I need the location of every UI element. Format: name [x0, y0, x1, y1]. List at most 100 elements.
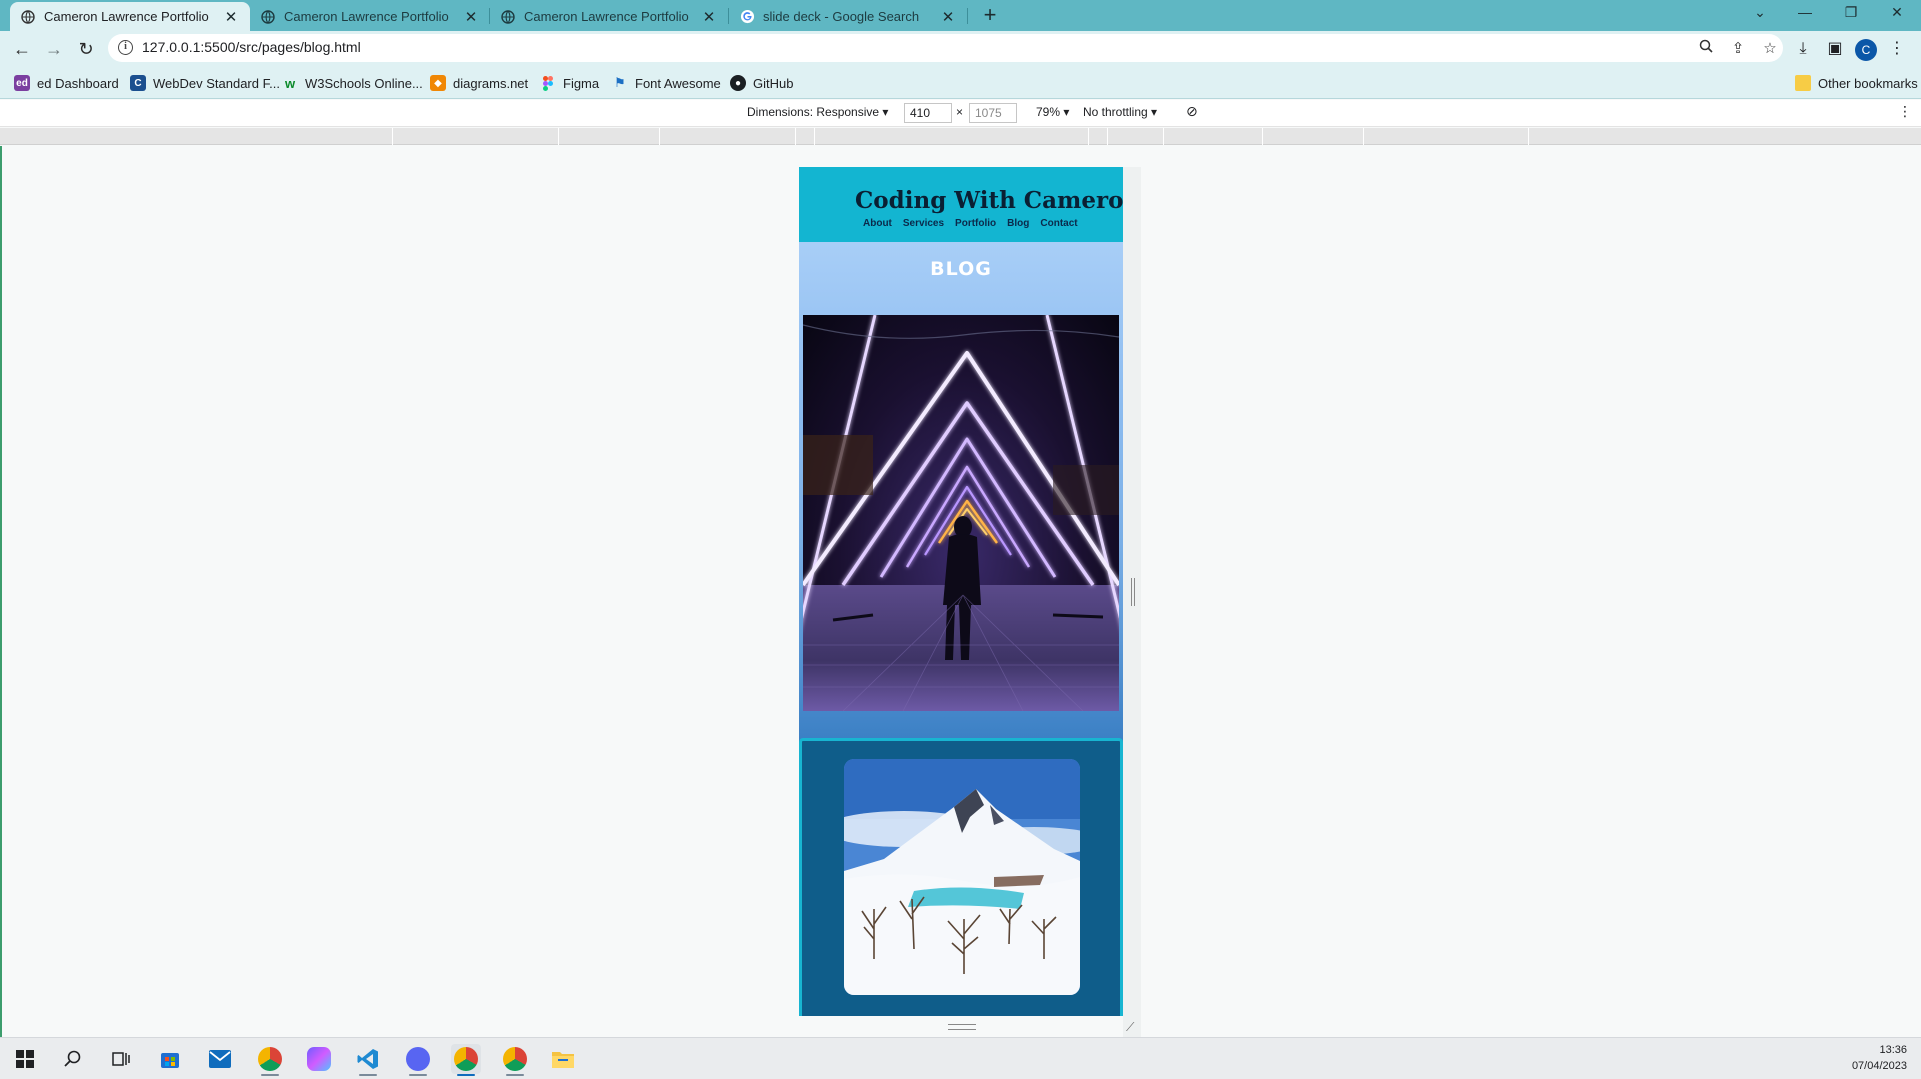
nav-link-portfolio[interactable]: Portfolio — [955, 218, 996, 229]
tab-search-icon[interactable]: ⌄ — [1737, 0, 1783, 26]
ruler-tick — [814, 128, 815, 145]
tab-title: Cameron Lawrence Portfolio — [284, 9, 449, 24]
file-explorer-icon[interactable] — [548, 1044, 578, 1074]
reload-button[interactable]: ↻ — [74, 37, 98, 61]
bookmark-ed-dashboard[interactable]: ed ed Dashboard — [14, 73, 119, 93]
bookmark-w3schools[interactable]: w W3Schools Online... — [282, 73, 423, 93]
bookmark-font-awesome[interactable]: ⚑ Font Awesome — [612, 73, 721, 93]
font-awesome-icon: ⚑ — [614, 75, 626, 90]
tab-1[interactable]: Cameron Lawrence Portfolio ✕ — [10, 2, 250, 31]
microsoft-store-icon[interactable] — [155, 1044, 185, 1074]
globe-icon — [500, 9, 516, 25]
bookmark-star-icon[interactable]: ☆ — [1760, 39, 1780, 59]
nav-link-blog[interactable]: Blog — [1007, 218, 1029, 229]
task-view-icon[interactable] — [106, 1044, 136, 1074]
viewport-width-input[interactable] — [904, 103, 952, 123]
ruler-tick — [1107, 128, 1108, 145]
back-button[interactable]: ← — [10, 37, 34, 61]
tab-3[interactable]: Cameron Lawrence Portfolio ✕ — [490, 2, 728, 31]
new-tab-button[interactable]: + — [977, 3, 1003, 29]
close-window-button[interactable]: ✕ — [1874, 0, 1920, 26]
webdev-icon: C — [130, 75, 146, 91]
site-info-icon[interactable]: i — [118, 40, 133, 55]
resize-handle-bottom[interactable] — [948, 1024, 976, 1030]
nav-link-services[interactable]: Services — [903, 218, 944, 229]
downloads-icon[interactable]: ⤓ — [1791, 37, 1815, 61]
viewport-height-input[interactable] — [969, 103, 1017, 123]
chrome-icon[interactable] — [451, 1044, 481, 1076]
bookmark-label: diagrams.net — [453, 75, 529, 91]
restore-button[interactable]: ❐ — [1828, 0, 1874, 26]
neon-triangles-graphic — [803, 315, 1119, 711]
address-bar[interactable]: i 127.0.0.1:5500/src/pages/blog.html ⇪ ☆ — [108, 34, 1783, 62]
tab-title: Cameron Lawrence Portfolio — [44, 9, 209, 24]
google-icon — [739, 9, 755, 25]
url-text[interactable]: 127.0.0.1:5500/src/pages/blog.html — [142, 39, 361, 55]
bookmark-label: Font Awesome — [635, 75, 721, 91]
close-tab-icon[interactable]: ✕ — [462, 8, 480, 26]
discord-icon[interactable] — [403, 1044, 433, 1076]
close-tab-icon[interactable]: ✕ — [700, 8, 718, 26]
other-bookmarks[interactable]: Other bookmarks — [1795, 73, 1918, 93]
close-tab-icon[interactable]: ✕ — [222, 8, 240, 26]
zoom-icon[interactable] — [1696, 39, 1716, 59]
copilot-icon[interactable] — [304, 1044, 334, 1074]
nav-link-about[interactable]: About — [863, 218, 892, 229]
tab-title: slide deck - Google Search — [763, 9, 920, 24]
search-icon[interactable] — [58, 1044, 88, 1074]
vscode-icon[interactable] — [353, 1044, 383, 1076]
ruler-tick — [1528, 128, 1529, 145]
zoom-dropdown[interactable]: 79% ▾ — [1036, 105, 1069, 119]
ruler-tick — [659, 128, 660, 145]
more-options-icon[interactable]: ⋮ — [1898, 103, 1912, 120]
windows-start-icon[interactable] — [10, 1044, 40, 1074]
bookmark-figma[interactable]: Figma — [540, 73, 599, 93]
nav-link-contact[interactable]: Contact — [1040, 218, 1077, 229]
w3schools-icon: w — [284, 75, 296, 91]
times-symbol: × — [956, 105, 964, 119]
figma-icon — [540, 75, 556, 91]
ruler-tick — [1163, 128, 1164, 145]
profile-avatar[interactable]: C — [1855, 39, 1877, 61]
globe-icon — [260, 9, 276, 25]
bookmark-label: Figma — [563, 75, 600, 91]
blog-hero: BLOG — [799, 242, 1123, 744]
ruler-tick — [392, 128, 393, 145]
site-title[interactable]: Coding With Cameron — [855, 187, 1123, 214]
blog-post-card[interactable] — [799, 738, 1123, 1016]
clock-time: 13:36 — [1879, 1044, 1907, 1056]
resize-handle-corner[interactable]: ⟋ — [1126, 1020, 1134, 1035]
media-query-ruler[interactable] — [0, 128, 1921, 145]
close-tab-icon[interactable]: ✕ — [939, 8, 957, 26]
resize-handle-right[interactable] — [1131, 578, 1135, 606]
bookmark-label: W3Schools Online... — [305, 75, 423, 91]
chrome-profile-icon[interactable] — [255, 1044, 285, 1076]
bookmark-label: ed Dashboard — [37, 75, 119, 91]
bookmark-webdev[interactable]: C WebDev Standard F... — [130, 73, 280, 93]
bookmark-label: GitHub — [753, 75, 794, 91]
share-icon[interactable]: ⇪ — [1728, 39, 1748, 59]
other-bookmarks-label: Other bookmarks — [1818, 75, 1918, 91]
github-icon: ● — [730, 75, 746, 91]
system-clock[interactable]: 13:36 07/04/2023 — [1852, 1042, 1907, 1074]
bookmark-diagrams[interactable]: ◆ diagrams.net — [430, 73, 528, 93]
ruler-tick — [1088, 128, 1089, 145]
snowy-mountain-image — [844, 759, 1080, 995]
menu-icon[interactable]: ⋮ — [1885, 37, 1909, 61]
minimize-button[interactable]: — — [1782, 0, 1828, 26]
windows-taskbar: 13:36 07/04/2023 — [0, 1037, 1921, 1079]
chrome-icon-2[interactable] — [500, 1044, 530, 1076]
tab-2[interactable]: Cameron Lawrence Portfolio ✕ — [250, 2, 490, 31]
tab-4[interactable]: slide deck - Google Search ✕ — [729, 2, 967, 31]
running-indicator — [506, 1074, 524, 1076]
emulated-device-frame: Coding With Cameron About Services Portf… — [799, 167, 1123, 1016]
dimensions-dropdown[interactable]: Dimensions: Responsive ▾ — [747, 105, 888, 119]
tab-separator — [967, 8, 968, 24]
bookmark-github[interactable]: ● GitHub — [730, 73, 793, 93]
neon-triangle-tunnel-image — [803, 315, 1119, 711]
mail-icon[interactable] — [205, 1044, 235, 1074]
side-panel-icon[interactable]: ▣ — [1823, 37, 1847, 61]
rotate-icon[interactable]: ⊘ — [1186, 103, 1198, 120]
throttling-dropdown[interactable]: No throttling ▾ — [1083, 105, 1157, 119]
forward-button[interactable]: → — [42, 37, 66, 61]
